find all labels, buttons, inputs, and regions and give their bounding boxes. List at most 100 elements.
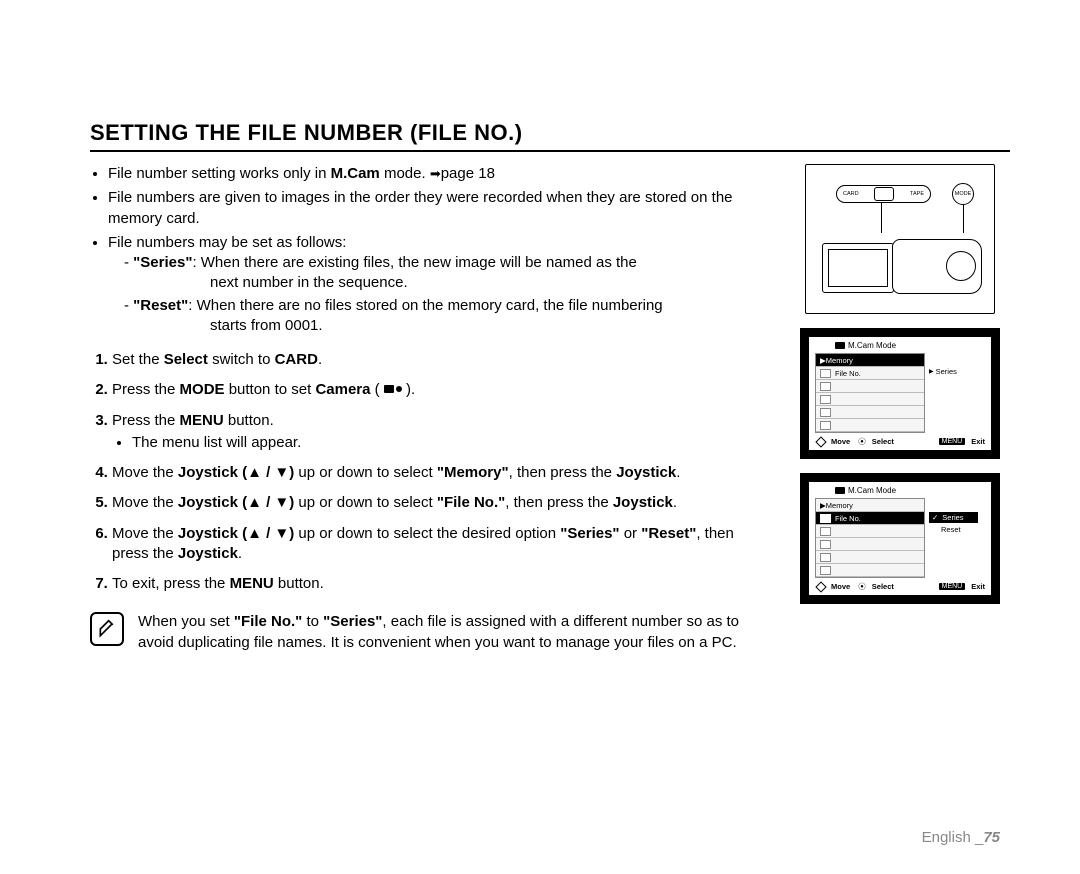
t: switch to	[208, 351, 275, 368]
step-6: Move the Joystick (▲ / ▼) up or down to …	[112, 524, 770, 565]
menu-row-blank	[816, 564, 924, 577]
t: mode.	[380, 165, 430, 182]
row-icon	[820, 566, 831, 575]
step-3: Press the MENU button. The menu list wil…	[112, 411, 770, 454]
menu-pill: MENU	[939, 438, 966, 445]
diamond-icon	[815, 581, 826, 592]
lcd1-side-series: ▶Series	[929, 367, 957, 376]
check-icon	[932, 513, 940, 522]
menu-row-blank	[816, 538, 924, 551]
t: "Series"	[323, 613, 382, 630]
menu-row-fileno: File No.	[816, 512, 924, 525]
menu-row-memory: ▶Memory	[816, 354, 924, 367]
step-2: Press the MODE button to set Camera ( ).	[112, 380, 770, 400]
lcd2-header: M.Cam Mode	[835, 486, 896, 495]
sub-series: "Series": When there are existing files,…	[138, 253, 770, 294]
t: button.	[224, 412, 274, 429]
t: Move	[831, 437, 850, 446]
t: .	[673, 494, 677, 511]
menu-pill: MENU	[939, 583, 966, 590]
t: page 18	[441, 165, 495, 182]
t: , then press the	[509, 464, 617, 481]
row-icon	[820, 369, 831, 378]
t: Memory	[826, 356, 853, 365]
t: Select	[872, 582, 894, 591]
menu-row-blank	[816, 419, 924, 432]
t: Select	[164, 351, 208, 368]
t: Camera	[315, 381, 370, 398]
footer-lang: English _	[922, 829, 984, 846]
footer-page: 75	[983, 829, 1000, 846]
t: Joystick (▲ / ▼)	[178, 464, 294, 481]
t: Joystick	[613, 494, 673, 511]
bullet-3: File numbers may be set as follows: "Ser…	[108, 233, 770, 336]
t: .	[676, 464, 680, 481]
row-icon	[820, 527, 831, 536]
lcd1-menu: ▶Memory File No.	[815, 353, 925, 433]
bullet-1: File number setting works only in M.Cam …	[108, 164, 770, 184]
t: "File No."	[437, 494, 505, 511]
t: : When there are no files stored on the …	[188, 297, 662, 314]
t: Joystick (▲ / ▼)	[178, 494, 294, 511]
lcd1-header: M.Cam Mode	[835, 341, 896, 350]
t: button to set	[225, 381, 316, 398]
t: "Reset"	[641, 525, 696, 542]
lcd2-opt-series: Series	[929, 512, 978, 523]
camcorder-icon	[822, 231, 982, 303]
row-icon	[820, 408, 831, 417]
row-icon	[820, 514, 831, 523]
sub-reset: "Reset": When there are no files stored …	[138, 296, 770, 337]
t: File No.	[835, 369, 861, 378]
t: M.Cam Mode	[848, 486, 896, 495]
t: to	[302, 613, 323, 630]
tape-label: TAPE	[910, 191, 924, 197]
t: Exit	[971, 437, 985, 446]
t: File number setting works only in	[108, 165, 331, 182]
t: Press the	[112, 381, 180, 398]
main-text: File number setting works only in M.Cam …	[90, 164, 770, 653]
t: "Reset"	[133, 297, 188, 314]
t: File No.	[835, 514, 861, 523]
t: When you set	[138, 613, 234, 630]
t: up or down to select	[294, 464, 437, 481]
t: Joystick (▲ / ▼)	[178, 525, 294, 542]
t: or	[620, 525, 642, 542]
t: Exit	[971, 582, 985, 591]
t: MENU	[180, 412, 224, 429]
lcd2-menu: ▶Memory File No.	[815, 498, 925, 578]
t: Move the	[112, 464, 178, 481]
t: MENU	[230, 575, 274, 592]
t: (	[370, 381, 383, 398]
mode-button-diagram: MODE	[952, 183, 974, 205]
lcd-screen-2: M.Cam Mode ▶Memory File No. Series Reset…	[800, 473, 1000, 604]
t: File numbers may be set as follows:	[108, 234, 346, 251]
t: CARD	[275, 351, 318, 368]
t: Joystick	[178, 545, 238, 562]
row-icon	[820, 395, 831, 404]
t: Series	[942, 513, 963, 522]
lcd2-footer: Move ⦿ Select MENUExit	[817, 581, 985, 592]
callout-line	[881, 203, 882, 233]
note-text: When you set "File No." to "Series", eac…	[138, 612, 770, 653]
lcd1-footer: Move ⦿ Select MENUExit	[817, 436, 985, 447]
menu-row-blank	[816, 393, 924, 406]
camcorder-diagram: CARD TAPE MODE	[805, 164, 995, 314]
camera-icon	[835, 342, 845, 349]
t: Memory	[826, 501, 853, 510]
step-7: To exit, press the MENU button.	[112, 574, 770, 594]
t: To exit, press the	[112, 575, 230, 592]
switch-knob-icon	[874, 187, 894, 201]
t: "Memory"	[437, 464, 509, 481]
t: MODE	[180, 381, 225, 398]
t: Set the	[112, 351, 164, 368]
t: M.Cam Mode	[848, 341, 896, 350]
t: .	[318, 351, 322, 368]
t: Press the	[112, 412, 180, 429]
t: Move	[831, 582, 850, 591]
menu-row-blank	[816, 380, 924, 393]
t: M.Cam	[331, 165, 380, 182]
menu-row-memory: ▶Memory	[816, 499, 924, 512]
menu-row-blank	[816, 551, 924, 564]
menu-row-blank	[816, 406, 924, 419]
card-tape-switch: CARD TAPE	[836, 185, 931, 203]
